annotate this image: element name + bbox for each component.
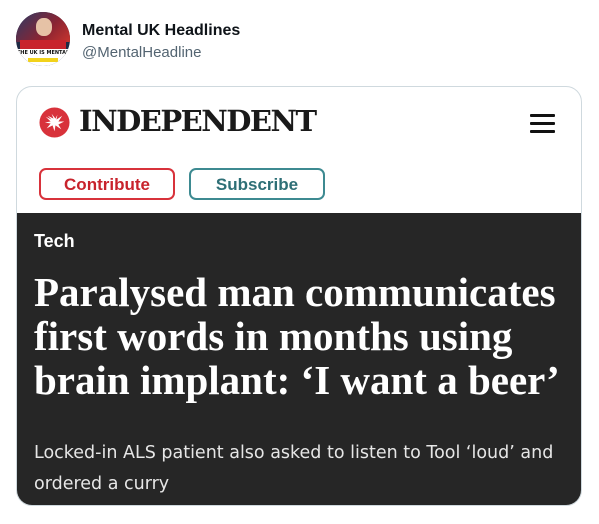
subscribe-button[interactable]: Subscribe: [189, 168, 325, 200]
masthead: INDEPENDENT: [17, 87, 581, 160]
user-handle[interactable]: @MentalHeadline: [82, 44, 201, 61]
article-headline[interactable]: Paralysed man communicates first words i…: [34, 270, 574, 402]
article-category[interactable]: Tech: [34, 231, 75, 252]
article-subheadline: Locked-in ALS patient also asked to list…: [34, 443, 554, 494]
eagle-icon: [39, 107, 70, 138]
avatar-banner: [20, 40, 66, 49]
site-logo[interactable]: INDEPENDENT: [79, 104, 317, 138]
article-hero[interactable]: Tech Paralysed man communicates first wo…: [17, 213, 581, 505]
avatar-face: [36, 18, 52, 36]
tweet-header: THE UK IS MENTAL Mental UK Headlines @Me…: [16, 12, 576, 68]
avatar[interactable]: THE UK IS MENTAL: [16, 12, 70, 66]
display-name[interactable]: Mental UK Headlines: [82, 22, 240, 40]
action-row: Contribute Subscribe: [17, 159, 581, 213]
contribute-button[interactable]: Contribute: [39, 168, 175, 200]
avatar-stripe: [28, 58, 58, 62]
hamburger-menu-icon[interactable]: [530, 114, 555, 133]
link-preview-card[interactable]: INDEPENDENT Contribute Subscribe Tech Pa…: [16, 86, 582, 506]
